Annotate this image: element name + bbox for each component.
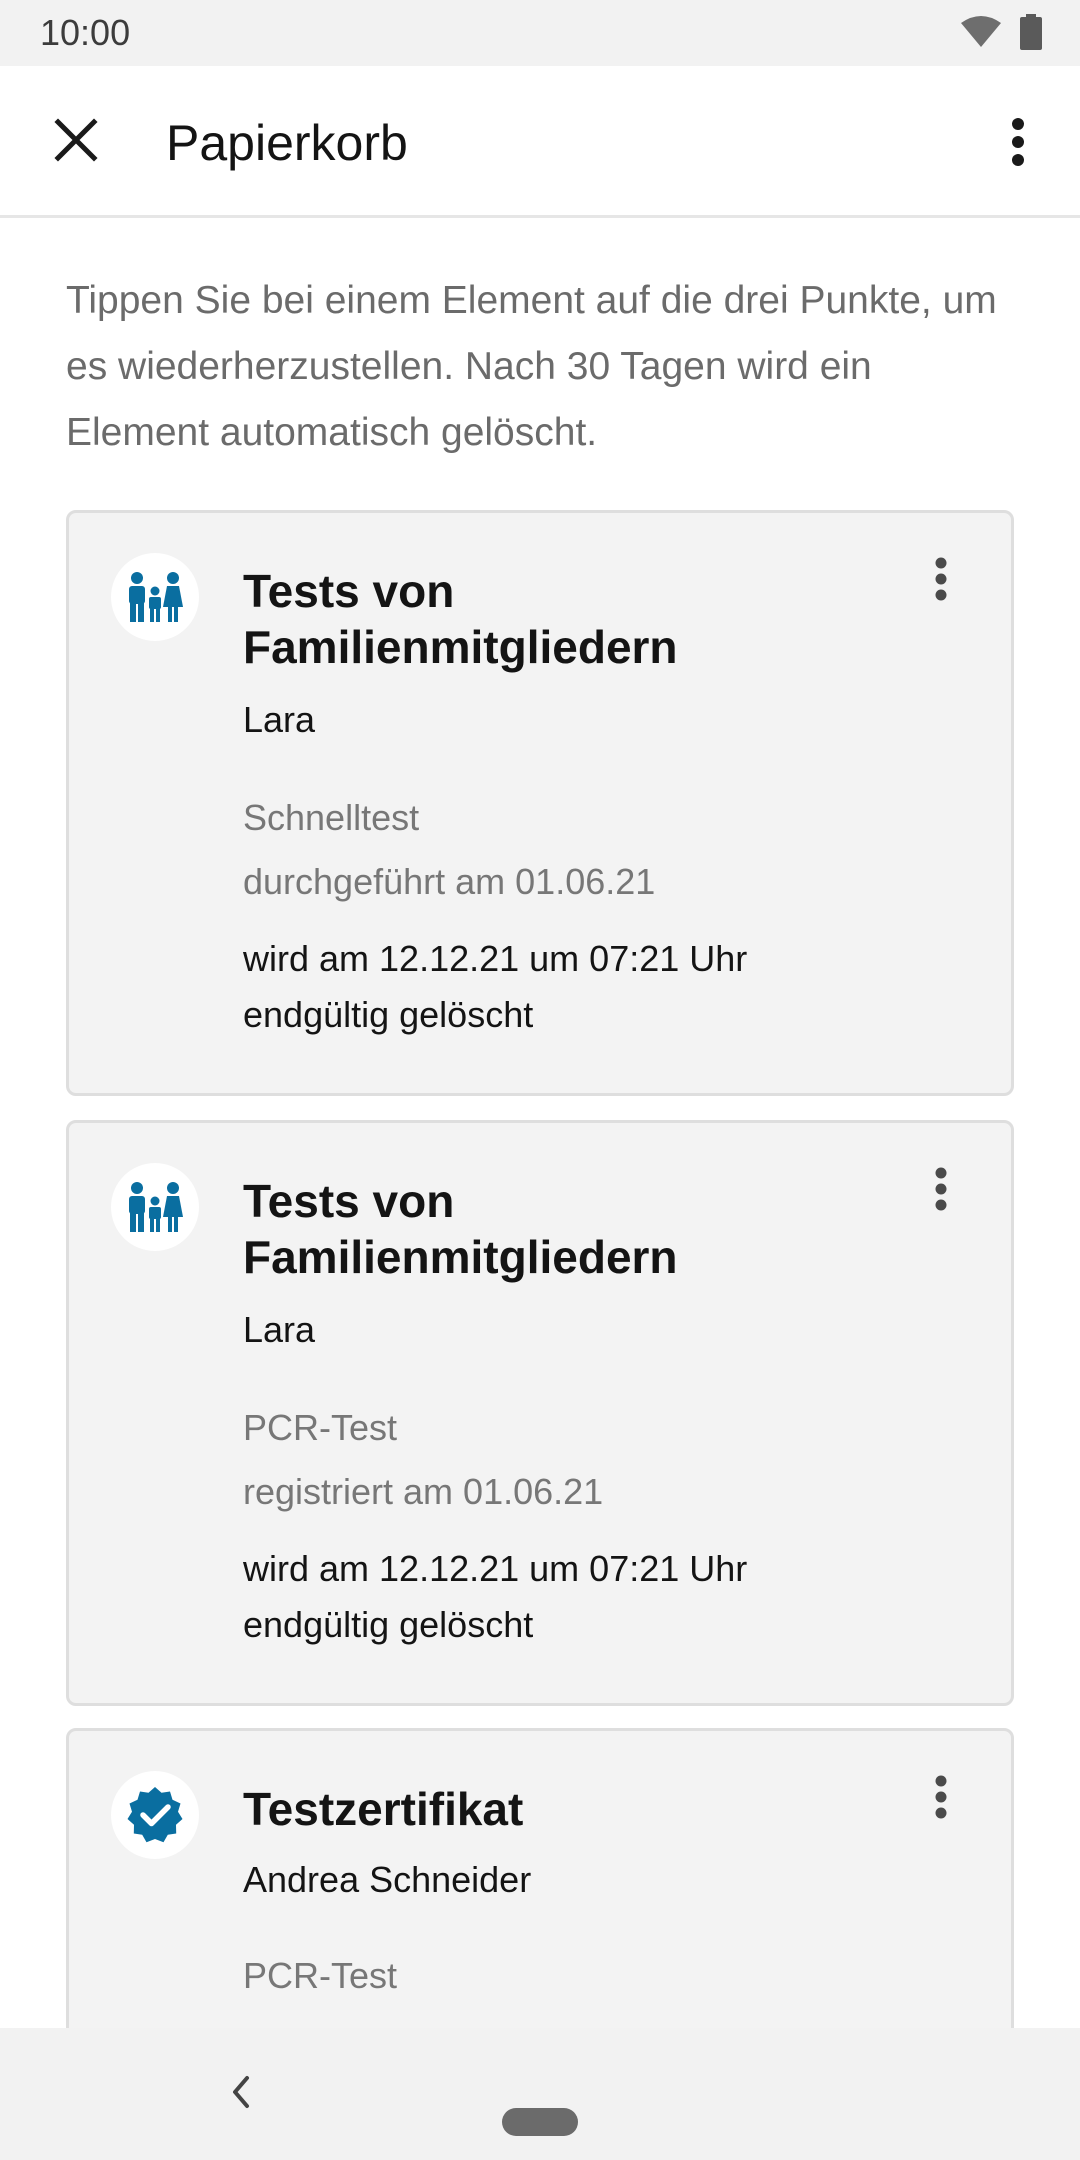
- home-pill-icon[interactable]: [502, 2108, 578, 2136]
- page-title: Papierkorb: [166, 115, 408, 171]
- item-test-type: PCR-Test: [243, 1955, 398, 1996]
- item-person: Andrea Schneider: [243, 1859, 532, 1900]
- back-chevron-icon: [229, 2074, 251, 2115]
- close-button[interactable]: [48, 114, 104, 170]
- trash-content: Tippen Sie bei einem Element auf die dre…: [0, 218, 1080, 2028]
- item-test-type: PCR-Test: [243, 1407, 398, 1448]
- more-vert-icon: [934, 1167, 948, 1216]
- item-options-button[interactable]: [921, 551, 961, 611]
- item-person: Lara: [243, 699, 316, 740]
- system-nav-bar: [0, 2028, 1080, 2160]
- item-options-button[interactable]: [921, 1769, 961, 1829]
- more-vert-icon: [934, 557, 948, 606]
- battery-icon: [1020, 14, 1042, 55]
- trash-item-card[interactable]: Tests von Familienmitgliedern Lara PCR-T…: [66, 1120, 1014, 1706]
- family-icon: [111, 1163, 199, 1251]
- item-test-type: Schnelltest: [243, 797, 420, 838]
- item-deletion-notice: wird am 12.12.21 um 07:21 Uhr endgültig …: [243, 938, 748, 1035]
- system-icons: [960, 14, 1042, 55]
- item-heading: Tests von Familienmitgliedern: [243, 565, 678, 673]
- trash-item-card[interactable]: Tests von Familienmitgliedern Lara Schne…: [66, 510, 1014, 1096]
- close-icon: [54, 117, 98, 167]
- more-vert-icon: [934, 1775, 948, 1824]
- family-icon: [111, 553, 199, 641]
- item-deletion-notice: wird am 12.12.21 um 07:21 Uhr endgültig …: [243, 1548, 748, 1645]
- nav-back-button[interactable]: [220, 2074, 260, 2114]
- trash-item-card[interactable]: Testzertifikat Andrea Schneider PCR-Test: [66, 1728, 1014, 2028]
- overflow-menu-button[interactable]: [996, 112, 1040, 176]
- wifi-icon: [960, 16, 1002, 53]
- status-time: 10:00: [40, 12, 131, 53]
- item-options-button[interactable]: [921, 1161, 961, 1221]
- item-heading: Testzertifikat: [243, 1783, 524, 1835]
- item-heading: Tests von Familienmitgliedern: [243, 1175, 678, 1283]
- item-date: durchgeführt am 01.06.21: [243, 861, 656, 902]
- more-vert-icon: [1010, 117, 1026, 171]
- intro-text: Tippen Sie bei einem Element auf die dre…: [66, 279, 997, 454]
- status-bar: 10:00: [0, 0, 1080, 66]
- verified-badge-icon: [111, 1771, 199, 1859]
- item-date: registriert am 01.06.21: [243, 1471, 604, 1512]
- app-bar: Papierkorb: [0, 66, 1080, 218]
- item-person: Lara: [243, 1309, 316, 1350]
